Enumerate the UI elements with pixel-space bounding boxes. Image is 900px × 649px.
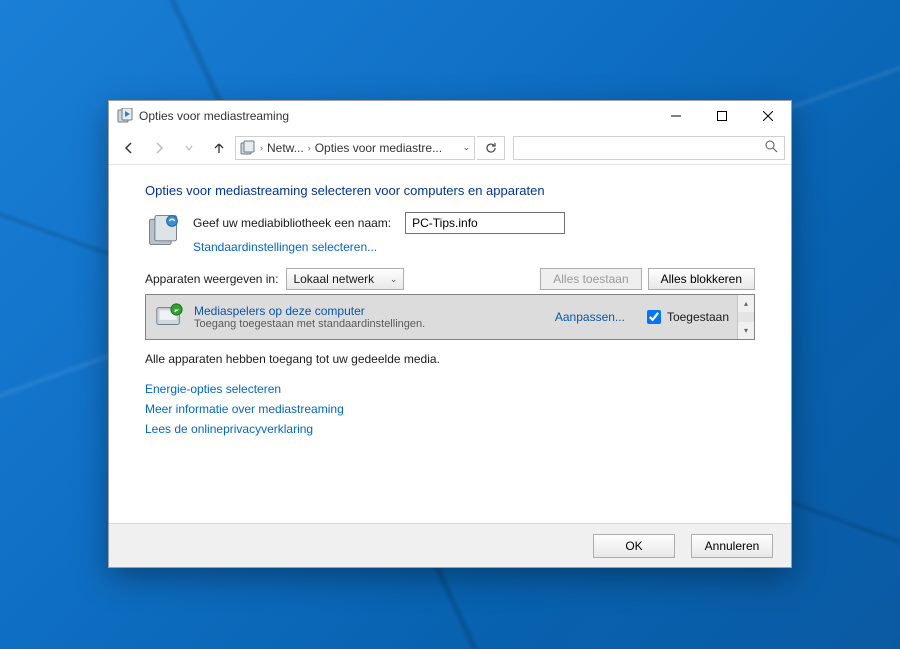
recent-locations-button[interactable] (175, 134, 203, 162)
close-button[interactable] (745, 101, 791, 131)
more-info-link[interactable]: Meer informatie over mediastreaming (145, 402, 755, 416)
allowed-checkbox[interactable] (647, 310, 661, 324)
breadcrumb-item-mediastreaming[interactable]: Opties voor mediastre... (315, 141, 442, 155)
allowed-control: Toegestaan (647, 310, 729, 324)
chevron-down-icon[interactable]: ⌄ (462, 142, 470, 153)
maximize-button[interactable] (699, 101, 745, 131)
window-title: Opties voor mediastreaming (139, 109, 653, 123)
customize-link[interactable]: Aanpassen... (555, 310, 625, 324)
device-scrollbar[interactable]: ▴ ▾ (737, 295, 754, 339)
device-title[interactable]: Mediaspelers op deze computer (194, 304, 545, 318)
page-heading: Opties voor mediastreaming selecteren vo… (145, 183, 755, 198)
ok-button[interactable]: OK (593, 534, 675, 558)
navbar: › Netw... › Opties voor mediastre... ⌄ (109, 131, 791, 165)
chevron-right-icon: › (260, 143, 263, 153)
network-scope-select[interactable]: Lokaal netwerk ⌄ (286, 268, 404, 290)
cancel-button[interactable]: Annuleren (691, 534, 773, 558)
show-devices-label: Apparaten weergeven in: (145, 272, 278, 286)
select-defaults-link[interactable]: Standaardinstellingen selecteren... (193, 240, 377, 254)
allow-all-button[interactable]: Alles toestaan (540, 268, 641, 290)
footer: OK Annuleren (109, 523, 791, 567)
window-buttons (653, 101, 791, 131)
chevron-down-icon: ⌄ (390, 274, 398, 285)
device-subtitle: Toegang toegestaan met standaardinstelli… (194, 318, 545, 330)
links-block: Energie-opties selecteren Meer informati… (145, 382, 755, 436)
scroll-up-button[interactable]: ▴ (738, 295, 754, 312)
list-item[interactable]: Mediaspelers op deze computer Toegang to… (146, 295, 737, 339)
breadcrumb[interactable]: › Netw... › Opties voor mediastre... ⌄ (235, 136, 475, 160)
network-scope-value: Lokaal netwerk (293, 272, 374, 286)
devices-toolbar: Apparaten weergeven in: Lokaal netwerk ⌄… (145, 268, 755, 290)
content-pane: Opties voor mediastreaming selecteren vo… (109, 165, 791, 523)
scroll-down-button[interactable]: ▾ (738, 322, 754, 339)
up-button[interactable] (205, 134, 233, 162)
block-all-button[interactable]: Alles blokkeren (648, 268, 755, 290)
library-section: Geef uw mediabibliotheek een naam: Stand… (145, 212, 755, 254)
scroll-track[interactable] (738, 312, 754, 322)
search-icon (765, 140, 778, 156)
refresh-button[interactable] (477, 136, 505, 160)
minimize-button[interactable] (653, 101, 699, 131)
device-list: Mediaspelers op deze computer Toegang to… (145, 294, 755, 340)
allowed-label: Toegestaan (667, 310, 729, 324)
breadcrumb-item-network[interactable]: Netw... (267, 141, 304, 155)
device-icon (154, 302, 184, 332)
library-icon (145, 212, 181, 248)
breadcrumb-icon (240, 140, 256, 156)
forward-button[interactable] (145, 134, 173, 162)
library-name-label: Geef uw mediabibliotheek een naam: (193, 216, 391, 230)
chevron-right-icon: › (308, 143, 311, 153)
titlebar: Opties voor mediastreaming (109, 101, 791, 131)
back-button[interactable] (115, 134, 143, 162)
library-name-input[interactable] (405, 212, 565, 234)
privacy-statement-link[interactable]: Lees de onlineprivacyverklaring (145, 422, 755, 436)
status-text: Alle apparaten hebben toegang tot uw ged… (145, 352, 755, 366)
energy-options-link[interactable]: Energie-opties selecteren (145, 382, 755, 396)
search-input[interactable] (513, 136, 785, 160)
window: Opties voor mediastreaming (108, 100, 792, 568)
app-icon (117, 108, 133, 124)
